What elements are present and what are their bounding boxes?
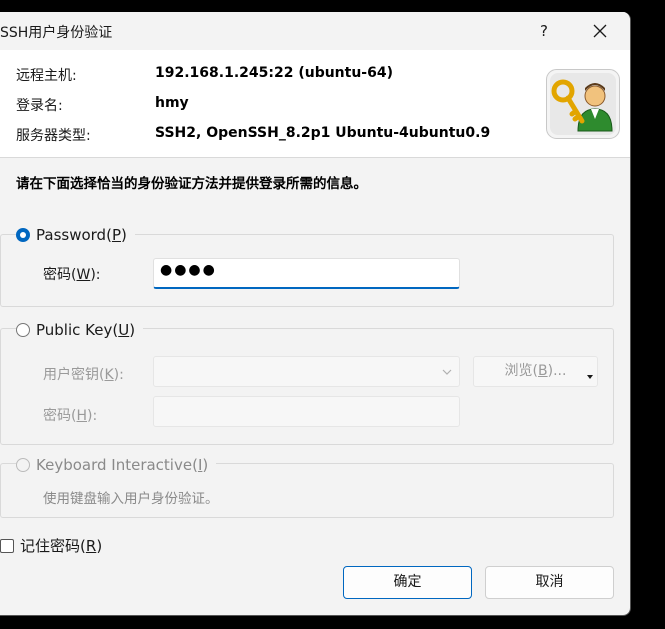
publickey-option-key: U [118,321,130,339]
password-option[interactable]: Password(P) [16,226,135,244]
help-button[interactable]: ? [532,19,556,43]
password-input[interactable]: ●●●● [153,258,460,289]
user-key-label: 用户密钥(K): [43,367,124,383]
publickey-option[interactable]: Public Key(U) [16,321,144,339]
remember-password-checkbox[interactable] [0,538,14,553]
browse-button-key: B [538,363,548,379]
cancel-button[interactable]: 取消 [485,566,614,599]
user-key-key: K [104,367,114,383]
dropdown-arrow-icon [587,375,593,379]
ok-button[interactable]: 确定 [343,566,472,599]
browse-button-label: 浏览 [504,363,533,379]
connection-info-panel: 远程主机: 192.168.1.245:22 (ubuntu-64) 登录名: … [0,50,630,158]
publickey-radio[interactable] [16,323,30,337]
window-title: SSH用户身份验证 [0,25,113,41]
chevron-down-icon [442,369,452,375]
keyboard-interactive-option[interactable]: Keyboard Interactive(I) [16,456,217,474]
login-value: hmy [155,95,189,111]
login-label: 登录名: [16,98,63,114]
server-type-label: 服务器类型: [16,128,91,144]
keyboard-interactive-key: I [197,456,203,474]
password-field-label: 密码(W): [43,267,101,283]
passphrase-label: 密码(H): [43,408,98,424]
user-key-label-text: 用户密钥 [43,367,99,383]
close-button[interactable] [585,19,615,43]
remember-password-label: 记住密码 [20,537,81,555]
browse-button[interactable]: 浏览(B)... [473,356,598,387]
ssh-auth-dialog: SSH用户身份验证 ? 远程主机: 192.168.1.245:22 (ubun… [0,12,631,616]
password-radio[interactable] [16,228,30,242]
passphrase-key: H [76,408,87,424]
keyboard-interactive-label: Keyboard Interactive [36,456,193,474]
user-key-icon [546,69,620,139]
keyboard-interactive-radio[interactable] [16,458,30,472]
user-key-select[interactable] [153,356,460,387]
remember-password-key: R [85,537,97,555]
passphrase-input[interactable] [153,396,460,427]
instruction-text: 请在下面选择恰当的身份验证方法并提供登录所需的信息。 [16,176,367,192]
password-option-key: P [111,226,121,244]
password-field-label-text: 密码 [43,267,71,283]
host-label: 远程主机: [16,68,77,84]
passphrase-label-text: 密码 [43,408,71,424]
remember-password-option[interactable]: 记住密码(R) [0,535,102,556]
title-bar: SSH用户身份验证 ? [0,12,630,50]
publickey-option-label: Public Key [36,321,113,339]
close-icon [593,24,607,38]
keyboard-interactive-hint: 使用键盘输入用户身份验证。 [43,491,219,507]
server-type-value: SSH2, OpenSSH_8.2p1 Ubuntu-4ubuntu0.9 [155,125,491,141]
host-value: 192.168.1.245:22 (ubuntu-64) [155,65,393,81]
password-option-label: Password [36,226,107,244]
password-field-key: W [76,267,91,283]
